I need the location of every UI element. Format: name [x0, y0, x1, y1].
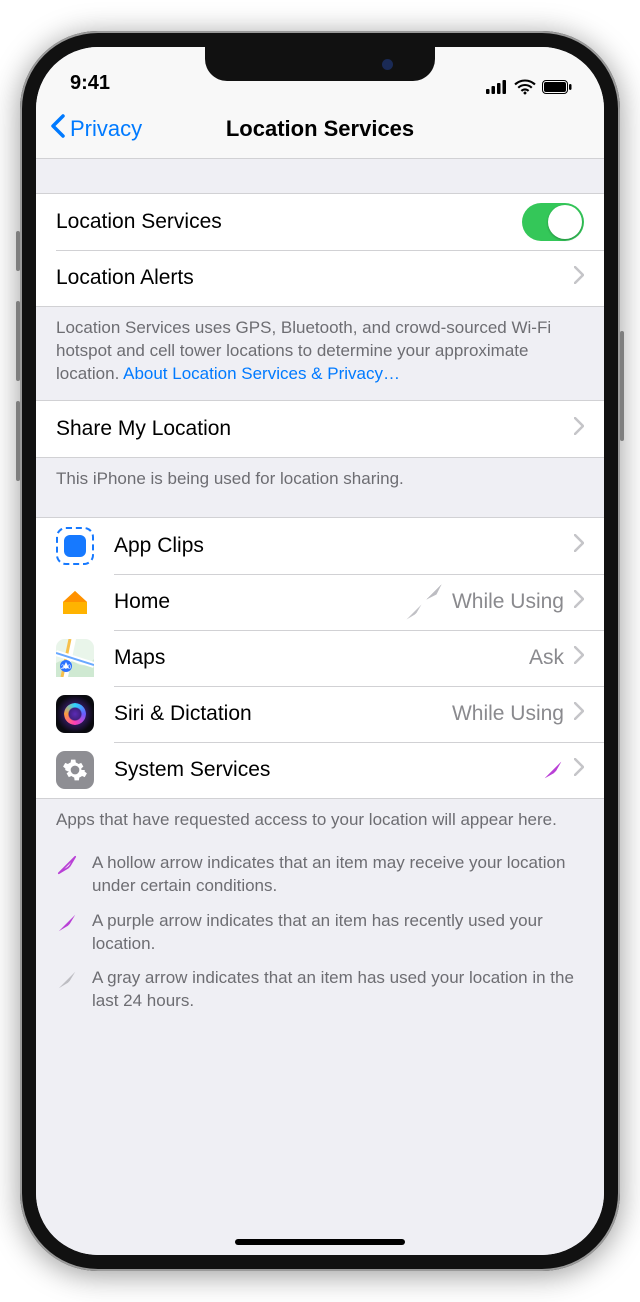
- app-value: Ask: [529, 646, 564, 670]
- legend-gray: A gray arrow indicates that an item has …: [36, 961, 604, 1019]
- row-app-clips[interactable]: App Clips: [36, 518, 604, 574]
- location-arrow-icon: [542, 759, 564, 781]
- row-label: Location Alerts: [56, 266, 194, 290]
- notch: [205, 47, 435, 81]
- chevron-right-icon: [574, 417, 584, 441]
- screen: 9:41 Privacy Location Serv: [36, 47, 604, 1255]
- content: Location Services Location Alerts Locati…: [36, 159, 604, 1255]
- status-time: 9:41: [70, 72, 110, 95]
- row-siri[interactable]: Siri & Dictation While Using: [36, 686, 604, 742]
- legend-text: A purple arrow indicates that an item ha…: [92, 910, 584, 956]
- chevron-right-icon: [574, 266, 584, 290]
- legend-text: A gray arrow indicates that an item has …: [92, 967, 584, 1013]
- app-label: System Services: [114, 758, 270, 782]
- group-location-services: Location Services Location Alerts: [36, 193, 604, 307]
- app-label: App Clips: [114, 534, 204, 558]
- group-share-location: Share My Location: [36, 400, 604, 458]
- location-arrow-icon: [424, 582, 444, 622]
- row-maps[interactable]: 280 Maps Ask: [36, 630, 604, 686]
- chevron-right-icon: [574, 758, 584, 782]
- legend-purple: A purple arrow indicates that an item ha…: [36, 904, 604, 962]
- maps-app-icon: 280: [56, 639, 94, 677]
- chevron-right-icon: [574, 590, 584, 614]
- home-indicator: [235, 1239, 405, 1245]
- row-location-services-toggle[interactable]: Location Services: [36, 194, 604, 250]
- location-arrow-hollow-icon: [56, 854, 78, 898]
- power-button: [620, 331, 624, 441]
- row-system-services[interactable]: System Services: [36, 742, 604, 798]
- app-value: While Using: [452, 702, 564, 726]
- chevron-right-icon: [574, 534, 584, 558]
- nav-bar: Privacy Location Services: [36, 99, 604, 159]
- chevron-left-icon: [50, 114, 66, 144]
- back-label: Privacy: [70, 116, 142, 142]
- app-label: Home: [114, 590, 170, 614]
- row-location-alerts[interactable]: Location Alerts: [36, 250, 604, 306]
- about-privacy-link[interactable]: About Location Services & Privacy…: [123, 364, 400, 383]
- toggle-switch[interactable]: [522, 203, 584, 241]
- footer-apps-header: Apps that have requested access to your …: [36, 799, 604, 846]
- legend-hollow: A hollow arrow indicates that an item ma…: [36, 846, 604, 904]
- chevron-right-icon: [574, 702, 584, 726]
- volume-down-button: [16, 401, 20, 481]
- row-home[interactable]: Home While Using: [36, 574, 604, 630]
- wifi-icon: [514, 79, 536, 95]
- volume-up-button: [16, 301, 20, 381]
- app-label: Maps: [114, 646, 165, 670]
- home-app-icon: [56, 583, 94, 621]
- mute-switch: [16, 231, 20, 271]
- row-label: Share My Location: [56, 417, 231, 441]
- location-arrow-gray-icon: [56, 969, 78, 1013]
- app-label: Siri & Dictation: [114, 702, 252, 726]
- chevron-right-icon: [574, 646, 584, 670]
- cellular-icon: [486, 80, 508, 94]
- phone-frame: 9:41 Privacy Location Serv: [20, 31, 620, 1271]
- row-label: Location Services: [56, 210, 222, 234]
- row-share-my-location[interactable]: Share My Location: [36, 401, 604, 457]
- svg-text:280: 280: [61, 665, 72, 671]
- back-button[interactable]: Privacy: [36, 114, 142, 144]
- siri-app-icon: [56, 695, 94, 733]
- app-clips-icon: [56, 527, 94, 565]
- legend-text: A hollow arrow indicates that an item ma…: [92, 852, 584, 898]
- system-services-icon: [56, 751, 94, 789]
- battery-icon: [542, 80, 572, 94]
- group-apps: App Clips Home While Using: [36, 517, 604, 799]
- footer-share-location: This iPhone is being used for location s…: [36, 458, 604, 505]
- location-arrow-purple-icon: [56, 912, 78, 956]
- status-indicators: [486, 79, 572, 95]
- app-value: While Using: [452, 590, 564, 614]
- footer-location-services: Location Services uses GPS, Bluetooth, a…: [36, 307, 604, 400]
